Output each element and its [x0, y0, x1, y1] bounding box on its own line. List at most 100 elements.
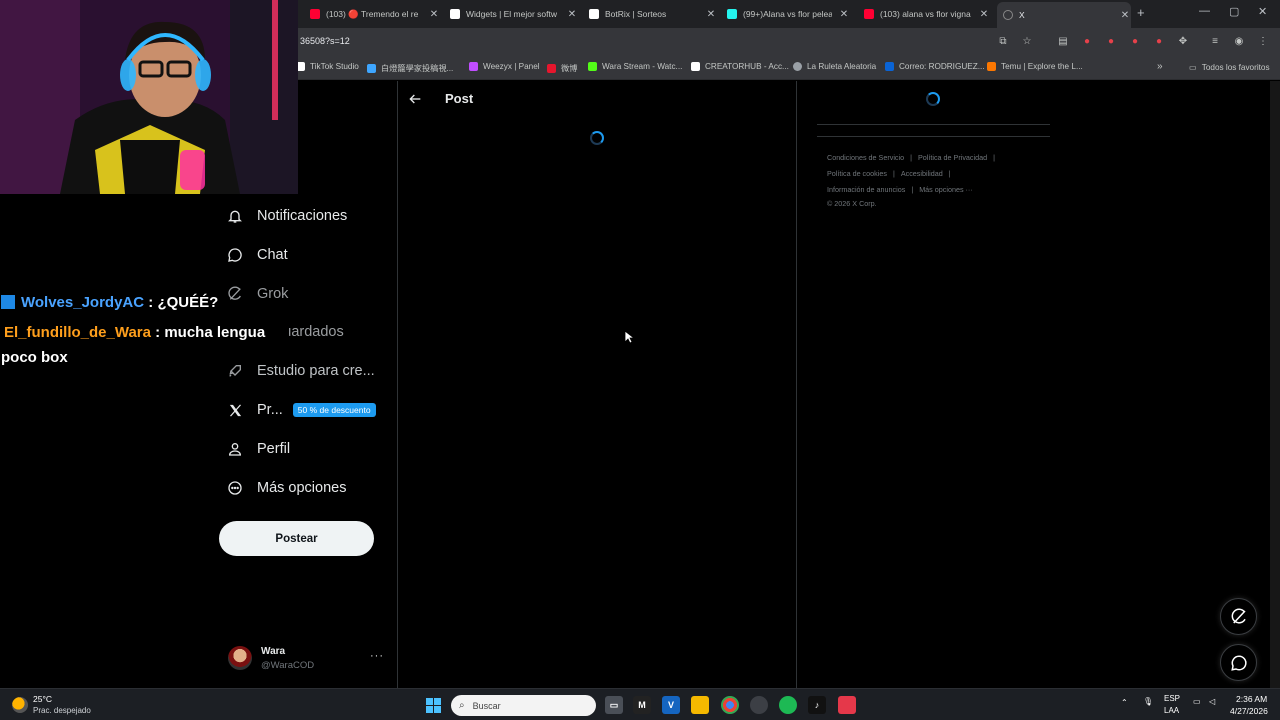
close-tab-icon[interactable]: ✕ — [838, 9, 850, 20]
obs-icon[interactable] — [750, 696, 768, 714]
bookmark[interactable]: Correo: RODRIGUEZ... — [885, 62, 985, 71]
account-more-icon[interactable]: ··· — [370, 650, 384, 662]
browser-tab[interactable]: (99+)Alana vs flor pelea d ✕ — [727, 4, 850, 24]
close-tab-icon[interactable]: ✕ — [566, 9, 578, 20]
bookmark[interactable]: Weezyx | Panel — [469, 62, 540, 71]
bookmark[interactable]: La Ruleta Aleatoria — [793, 62, 876, 71]
terms-link[interactable]: Condiciones de Servicio — [827, 153, 904, 162]
all-bookmarks-button[interactable]: ▭ Todos los favoritos — [1189, 62, 1270, 73]
microphone-icon[interactable]: 🎙 — [1143, 697, 1153, 706]
bookmark[interactable]: TikTok Studio — [296, 62, 359, 71]
mouse-cursor-icon — [624, 330, 634, 344]
account-handle: @WaraCOD — [261, 660, 315, 671]
clock-date[interactable]: 4/27/2026 — [1230, 706, 1268, 716]
rocket-icon — [226, 362, 244, 380]
weezyx-icon — [469, 62, 478, 71]
bookmark[interactable]: 微博 — [547, 62, 577, 74]
bookmark[interactable]: 白燈籠學家投稿視... — [367, 62, 453, 74]
weather-desc[interactable]: Prac. despejado — [33, 706, 91, 715]
accessibility-link[interactable]: Accesibilidad — [901, 169, 943, 178]
url-field[interactable]: 36508?s=12 — [300, 36, 350, 46]
sidebar-item-more-options[interactable]: Más opciones — [226, 474, 346, 502]
taskbar-app-icon[interactable] — [838, 696, 856, 714]
install-app-icon[interactable]: ⧉ — [996, 34, 1010, 48]
sidebar-item-premium[interactable]: Pr... 50 % de descuento — [226, 396, 376, 424]
ads-info-link[interactable]: Información de anuncios — [827, 185, 905, 194]
more-circle-icon — [226, 479, 244, 497]
sidebar-item-chat[interactable]: Chat — [226, 241, 288, 269]
extension-icon[interactable]: ● — [1152, 34, 1166, 48]
botrix-icon — [589, 9, 599, 19]
page-title: Post — [445, 91, 474, 106]
stream-chat-message: Wolves_JordyAC : ¿QUÉÉ? — [1, 294, 218, 311]
browser-tab[interactable]: Widgets | El mejor softw ✕ — [450, 4, 578, 24]
windows-taskbar: 25°C Prac. despejado ⌕ Buscar ▭ M V ♪ ⌃ … — [0, 688, 1280, 720]
discount-badge: 50 % de descuento — [292, 403, 376, 417]
sidebar-item-bookmarks[interactable]: Guardados — [272, 318, 344, 346]
windows-start-icon[interactable] — [426, 698, 441, 713]
grok-fab-button[interactable] — [1220, 598, 1257, 635]
close-tab-icon[interactable]: ✕ — [1119, 10, 1131, 21]
tiktok-icon[interactable]: ♪ — [808, 696, 826, 714]
close-tab-icon[interactable]: ✕ — [705, 9, 717, 20]
extension-icon[interactable]: ● — [1128, 34, 1142, 48]
tiktok-icon — [727, 9, 737, 19]
sidebar-item-creator-studio[interactable]: Estudio para cre... — [226, 357, 375, 385]
messages-fab-button[interactable] — [1220, 644, 1257, 681]
extension-icon[interactable]: ● — [1080, 34, 1094, 48]
profile-avatar-icon[interactable]: ◉ — [1232, 34, 1246, 48]
page-scrollbar[interactable] — [1270, 81, 1280, 688]
task-view-icon[interactable]: ▭ — [605, 696, 623, 714]
language-indicator[interactable]: LAA — [1164, 706, 1179, 715]
person-icon — [226, 440, 244, 458]
close-tab-icon[interactable]: ✕ — [978, 9, 990, 20]
network-icon[interactable]: ▭ — [1193, 697, 1201, 706]
bookmark[interactable]: CREATORHUB - Acc... — [691, 62, 789, 71]
bookmark[interactable]: Wara Stream - Watc... — [588, 62, 682, 71]
browser-tab-active[interactable]: X ✕ — [997, 2, 1131, 28]
browser-tab[interactable]: (103) 🔴 Tremendo el re ✕ — [310, 4, 440, 24]
maximize-button[interactable]: ▢ — [1229, 5, 1239, 18]
widgets-icon — [450, 9, 460, 19]
file-explorer-icon[interactable] — [691, 696, 709, 714]
close-tab-icon[interactable]: ✕ — [428, 9, 440, 20]
taskbar-app[interactable]: M — [633, 696, 651, 714]
close-window-button[interactable]: ✕ — [1258, 5, 1267, 18]
spotify-icon[interactable] — [779, 696, 797, 714]
tray-chevron-icon[interactable]: ⌃ — [1121, 698, 1128, 707]
back-arrow-icon[interactable] — [407, 91, 423, 107]
avatar — [228, 646, 252, 670]
sidebar-item-profile[interactable]: Perfil — [226, 435, 290, 463]
taskbar-search[interactable]: ⌕ Buscar — [451, 695, 596, 716]
toolbar-icons: ⧉ ☆ ▤ ● ● ● ● ✥ ≡ ◉ ⋮ — [996, 34, 1270, 48]
weather-temp[interactable]: 25°C — [33, 694, 52, 704]
kick-icon — [588, 62, 597, 71]
volume-icon[interactable]: ◁ — [1209, 697, 1215, 706]
more-options-link[interactable]: Más opciones ··· — [919, 185, 973, 194]
language-indicator[interactable]: ESP — [1164, 694, 1180, 703]
stream-chat-message-continuation: poco box — [1, 349, 68, 366]
puzzle-icon[interactable]: ✥ — [1176, 34, 1190, 48]
privacy-link[interactable]: Política de Privacidad — [918, 153, 987, 162]
minimize-button[interactable]: — — [1199, 5, 1210, 17]
bookmark[interactable]: Temu | Explore the L... — [987, 62, 1083, 71]
new-tab-button[interactable]: + — [1137, 5, 1145, 20]
more-bookmarks-button[interactable]: » — [1157, 61, 1163, 72]
cookies-link[interactable]: Política de cookies — [827, 169, 887, 178]
taskbar-app[interactable]: V — [662, 696, 680, 714]
browser-tab[interactable]: BotRix | Sorteos ✕ — [589, 4, 717, 24]
menu-icon[interactable]: ⋮ — [1256, 34, 1270, 48]
sidebar-item-grok[interactable]: Grok — [226, 280, 288, 308]
sidebar-item-notifications[interactable]: Notificaciones — [226, 202, 347, 230]
extension-icon[interactable]: ● — [1104, 34, 1118, 48]
streamer-webcam-image — [0, 0, 298, 194]
star-icon[interactable]: ☆ — [1020, 34, 1034, 48]
post-button[interactable]: Postear — [219, 521, 374, 556]
account-switcher[interactable]: Wara @WaraCOD ··· — [228, 644, 388, 674]
media-icon[interactable]: ≡ — [1208, 34, 1222, 48]
extension-icon[interactable]: ▤ — [1056, 34, 1070, 48]
weather-icon — [12, 697, 28, 713]
browser-tab[interactable]: (103) alana vs flor vigna p ✕ — [864, 4, 990, 24]
clock-time[interactable]: 2:36 AM — [1236, 694, 1267, 704]
chrome-icon[interactable] — [721, 696, 739, 714]
